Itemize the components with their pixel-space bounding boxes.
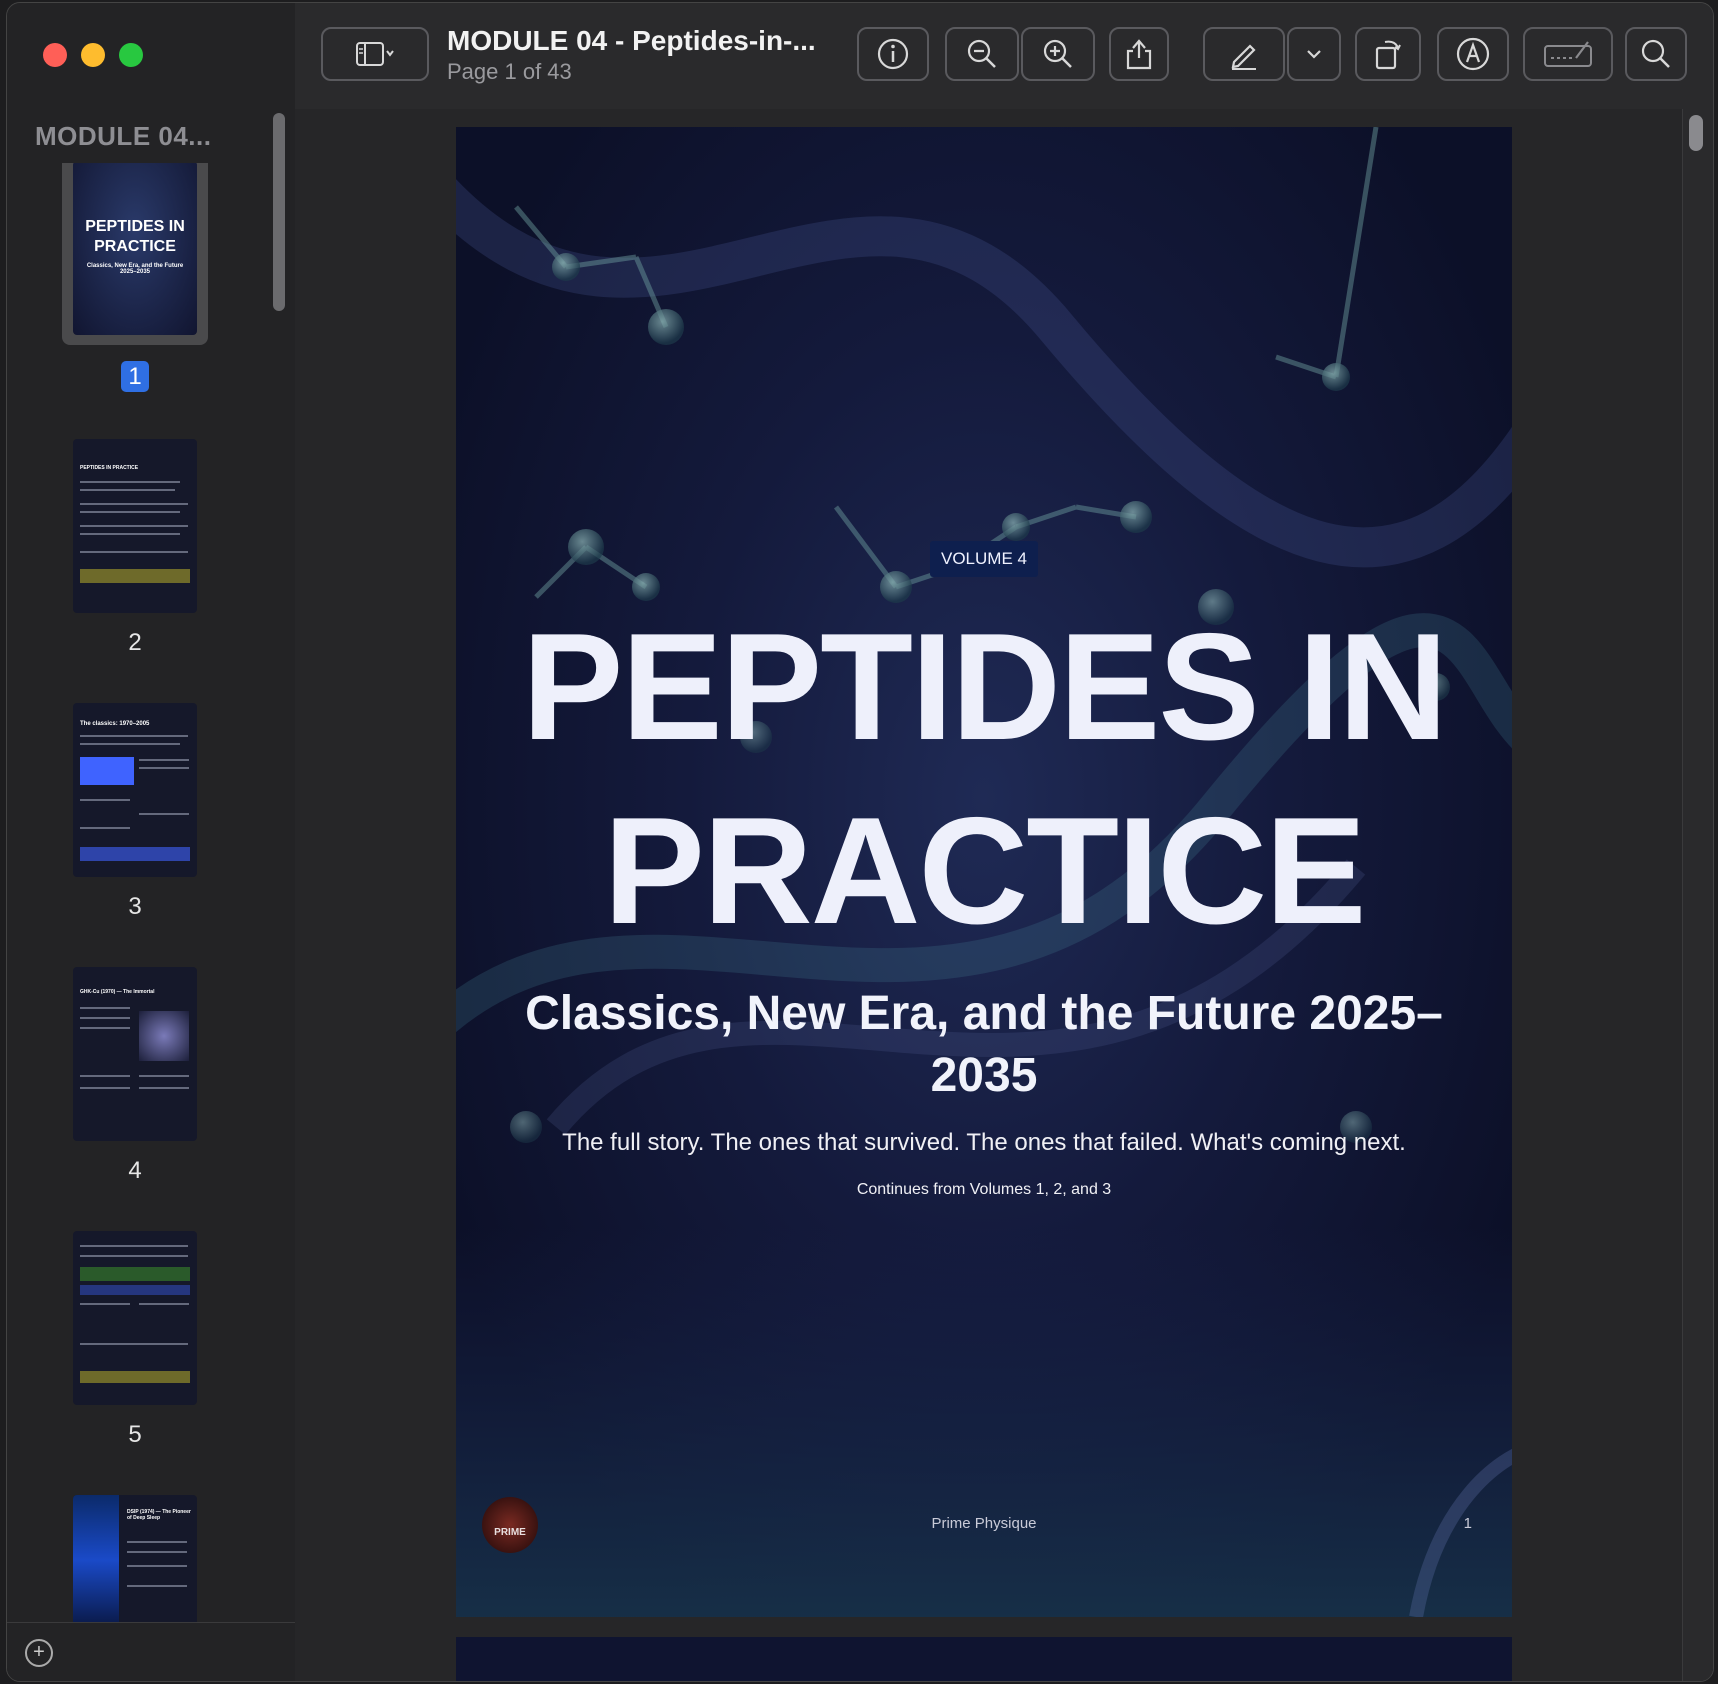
cover-title: PEPTIDES IN PRACTICE bbox=[456, 595, 1512, 963]
rotate-button[interactable] bbox=[1355, 27, 1421, 81]
pdf-page-1: VOLUME 4 PEPTIDES IN PRACTICE Classics, … bbox=[456, 127, 1512, 1617]
thumbnail-title: PEPTIDES IN PRACTICE bbox=[80, 465, 139, 471]
toolbar: MODULE 04 - Peptides-in-... Page 1 of 43 bbox=[295, 3, 1713, 110]
thumbnail-page-6[interactable]: DSIP (1974) — The Pioneer of Deep Sleep bbox=[73, 1495, 197, 1623]
thumbnail-number-3: 3 bbox=[128, 893, 142, 920]
pencil-icon bbox=[1231, 44, 1256, 70]
preview-window: MODULE 04... PEPTIDES IN PRACTICE Classi… bbox=[6, 2, 1714, 1682]
pdf-page-2-preview bbox=[456, 1637, 1512, 1681]
zoom-window-button[interactable] bbox=[119, 43, 143, 67]
search-icon bbox=[1641, 39, 1670, 68]
thumbnail-page-1[interactable]: PEPTIDES IN PRACTICE Classics, New Era, … bbox=[73, 163, 197, 335]
add-page-button[interactable]: + bbox=[25, 1639, 53, 1667]
footer-brand: Prime Physique bbox=[931, 1515, 1037, 1532]
content-scroll-track[interactable] bbox=[1682, 109, 1713, 1681]
thumbnail-subtitle: Classics, New Era, and the Future 2025–2… bbox=[86, 263, 184, 275]
form-icon bbox=[1544, 41, 1592, 67]
content-scrollbar[interactable] bbox=[1689, 115, 1703, 151]
annotate-button[interactable] bbox=[1437, 27, 1509, 81]
footer-page-number: 1 bbox=[1463, 1515, 1472, 1532]
sidebar-icon bbox=[356, 42, 394, 66]
markup-options-button[interactable] bbox=[1287, 27, 1341, 81]
thumbnail-number-2: 2 bbox=[128, 629, 142, 656]
chevron-down-icon bbox=[1307, 50, 1321, 59]
sidebar-title: MODULE 04... bbox=[35, 121, 212, 151]
cover-title-line-1: PEPTIDES IN bbox=[522, 602, 1448, 772]
thumbnail-title: DSIP (1974) — The Pioneer of Deep Sleep bbox=[127, 1509, 191, 1521]
rotate-icon bbox=[1375, 40, 1401, 70]
page-indicator: Page 1 of 43 bbox=[447, 59, 572, 84]
sidebar-toggle-button[interactable] bbox=[321, 27, 429, 81]
thumbnail-number-1: 1 bbox=[7, 361, 263, 392]
document-viewer[interactable]: VOLUME 4 PEPTIDES IN PRACTICE Classics, … bbox=[295, 109, 1713, 1681]
search-button[interactable] bbox=[1625, 27, 1687, 81]
thumbnail-sidebar: MODULE 04... PEPTIDES IN PRACTICE Classi… bbox=[7, 3, 296, 1681]
cover-title-line-2: PRACTICE bbox=[603, 786, 1367, 956]
thumbnail-page-3[interactable]: The classics: 1970–2005 bbox=[73, 703, 197, 877]
thumbnail-title: The classics: 1970–2005 bbox=[80, 721, 150, 727]
minimize-window-button[interactable] bbox=[81, 43, 105, 67]
thumbnail-list: PEPTIDES IN PRACTICE Classics, New Era, … bbox=[7, 163, 295, 1623]
continues-note: Continues from Volumes 1, 2, and 3 bbox=[856, 1181, 1112, 1198]
thumbnail-number-5: 5 bbox=[128, 1421, 142, 1448]
zoom-out-button[interactable] bbox=[945, 27, 1019, 81]
info-button[interactable] bbox=[857, 27, 929, 81]
thumbnail-title: GHK-Cu (1970) — The Immortal bbox=[80, 989, 155, 995]
markup-pen-button[interactable] bbox=[1203, 27, 1285, 81]
zoom-in-icon bbox=[1043, 39, 1072, 68]
thumbnail-title: PEPTIDES IN PRACTICE bbox=[85, 218, 185, 255]
cover-tagline: The full story. The ones that survived. … bbox=[562, 1129, 1406, 1156]
share-icon bbox=[1126, 39, 1152, 70]
info-icon bbox=[877, 38, 909, 70]
markup-icon bbox=[1456, 37, 1490, 71]
zoom-in-button[interactable] bbox=[1021, 27, 1095, 81]
thumbnail-page-2[interactable]: PEPTIDES IN PRACTICE bbox=[73, 439, 197, 613]
close-window-button[interactable] bbox=[43, 43, 67, 67]
thumbnail-page-5[interactable] bbox=[73, 1231, 197, 1405]
share-button[interactable] bbox=[1109, 27, 1169, 81]
window-controls bbox=[43, 43, 143, 67]
thumbnail-page-4[interactable]: GHK-Cu (1970) — The Immortal bbox=[73, 967, 197, 1141]
thumbnail-number-4: 4 bbox=[128, 1157, 142, 1184]
document-title: MODULE 04 - Peptides-in-... bbox=[447, 25, 816, 56]
form-fill-button[interactable] bbox=[1523, 27, 1613, 81]
cover-subtitle: Classics, New Era, and the Future 2025–2… bbox=[525, 987, 1443, 1102]
zoom-out-icon bbox=[967, 39, 996, 68]
volume-badge: VOLUME 4 bbox=[456, 541, 1512, 577]
sidebar-footer: + bbox=[7, 1622, 295, 1681]
